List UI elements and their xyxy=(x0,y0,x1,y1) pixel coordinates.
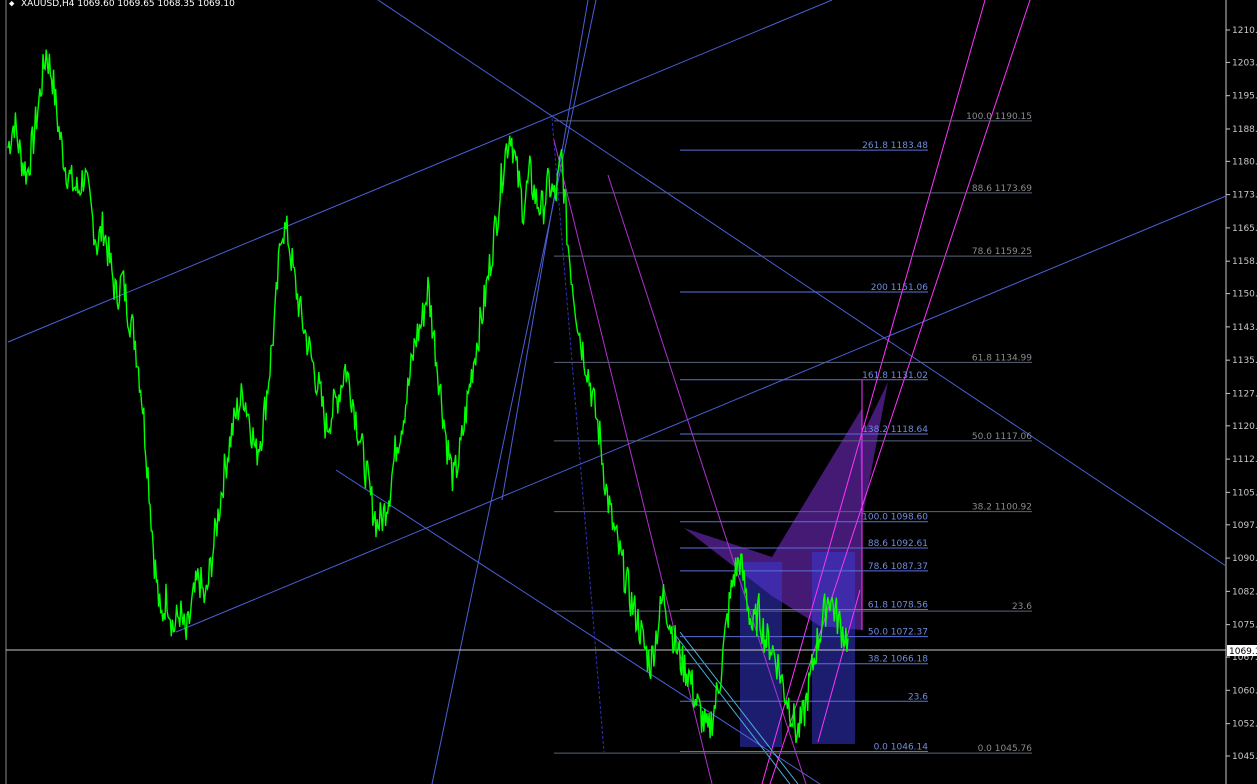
fib-retracement-label: 78.6 1159.25 xyxy=(972,247,1032,257)
y-tick-label: 1135.5 xyxy=(1232,356,1257,366)
fib-extension-label: 138.2 1118.64 xyxy=(862,425,928,435)
y-tick-label: 1112.9 xyxy=(1232,455,1257,465)
fib-retracement-label: 100.0 1190.15 xyxy=(966,112,1032,122)
y-tick-label: 1143.1 xyxy=(1232,323,1257,333)
current-price-marker: 1069.1 xyxy=(1227,645,1257,657)
fib-extension-label: 38.2 1066.18 xyxy=(868,655,928,665)
y-tick-label: 1127.9 xyxy=(1232,389,1257,399)
current-price-label: 1069.1 xyxy=(1229,647,1257,657)
y-tick-label: 1082.7 xyxy=(1232,587,1257,597)
y-tick-label: 1195.9 xyxy=(1232,92,1257,102)
price-chart[interactable]: 100.0 1190.15 88.6 1173.69 78.6 1159.25 61.… xyxy=(0,0,1257,784)
fib-extension-label: 88.6 1092.61 xyxy=(868,539,928,549)
fib-retracement-label: 50.0 1117.06 xyxy=(972,432,1032,442)
chart-background xyxy=(0,0,1257,784)
fib-retracement-label: 61.8 1134.99 xyxy=(972,353,1032,363)
y-tick-label: 1180.9 xyxy=(1232,157,1257,167)
fib-extension-label: 200 1151.06 xyxy=(871,283,929,293)
fib-retracement-label: 38.2 1100.92 xyxy=(972,503,1032,513)
y-tick-label: 1075.1 xyxy=(1232,621,1257,631)
y-tick-label: 1210.9 xyxy=(1232,26,1257,36)
fib-extension-label: 100.0 1098.60 xyxy=(862,513,928,523)
fib-retracement-label: 23.6 xyxy=(1012,602,1032,612)
title-diamond-icon: ◆ xyxy=(9,0,15,9)
y-tick-label: 1188.3 xyxy=(1232,125,1257,135)
y-tick-label: 1090.3 xyxy=(1232,554,1257,564)
y-tick-label: 1158.1 xyxy=(1232,257,1257,267)
chart-title-text: XAUUSD,H4 1069.60 1069.65 1068.35 1069.1… xyxy=(21,0,235,9)
y-tick-label: 1052.5 xyxy=(1232,720,1257,730)
y-tick-label: 1203.5 xyxy=(1232,58,1257,68)
y-tick-label: 1097.9 xyxy=(1232,521,1257,531)
fib-extension-label: 23.6 xyxy=(908,692,928,702)
y-tick-label: 1120.5 xyxy=(1232,422,1257,432)
y-tick-label: 1105.3 xyxy=(1232,488,1257,498)
fib-retracement-label: 88.6 1173.69 xyxy=(972,184,1032,194)
fib-extension-label: 61.8 1078.56 xyxy=(868,600,928,610)
y-tick-label: 1060.1 xyxy=(1232,686,1257,696)
fib-extension-label: 78.6 1087.37 xyxy=(868,562,928,572)
y-tick-label: 1165.7 xyxy=(1232,224,1257,234)
y-tick-label: 1045.1 xyxy=(1232,752,1257,762)
chart-title: ◆ XAUUSD,H4 1069.60 1069.65 1068.35 1069… xyxy=(9,0,235,9)
fib-extension-label: 50.0 1072.37 xyxy=(868,628,928,638)
fib-extension-label: 261.8 1183.48 xyxy=(862,141,928,151)
fib-extension-label: 0.0 1046.14 xyxy=(874,742,929,752)
y-tick-label: 1173.3 xyxy=(1232,191,1257,201)
y-tick-label: 1150.7 xyxy=(1232,290,1257,300)
fib-retracement-label: 0.0 1045.76 xyxy=(978,744,1033,754)
fib-extension-label: 161.8 1131.02 xyxy=(862,371,928,381)
